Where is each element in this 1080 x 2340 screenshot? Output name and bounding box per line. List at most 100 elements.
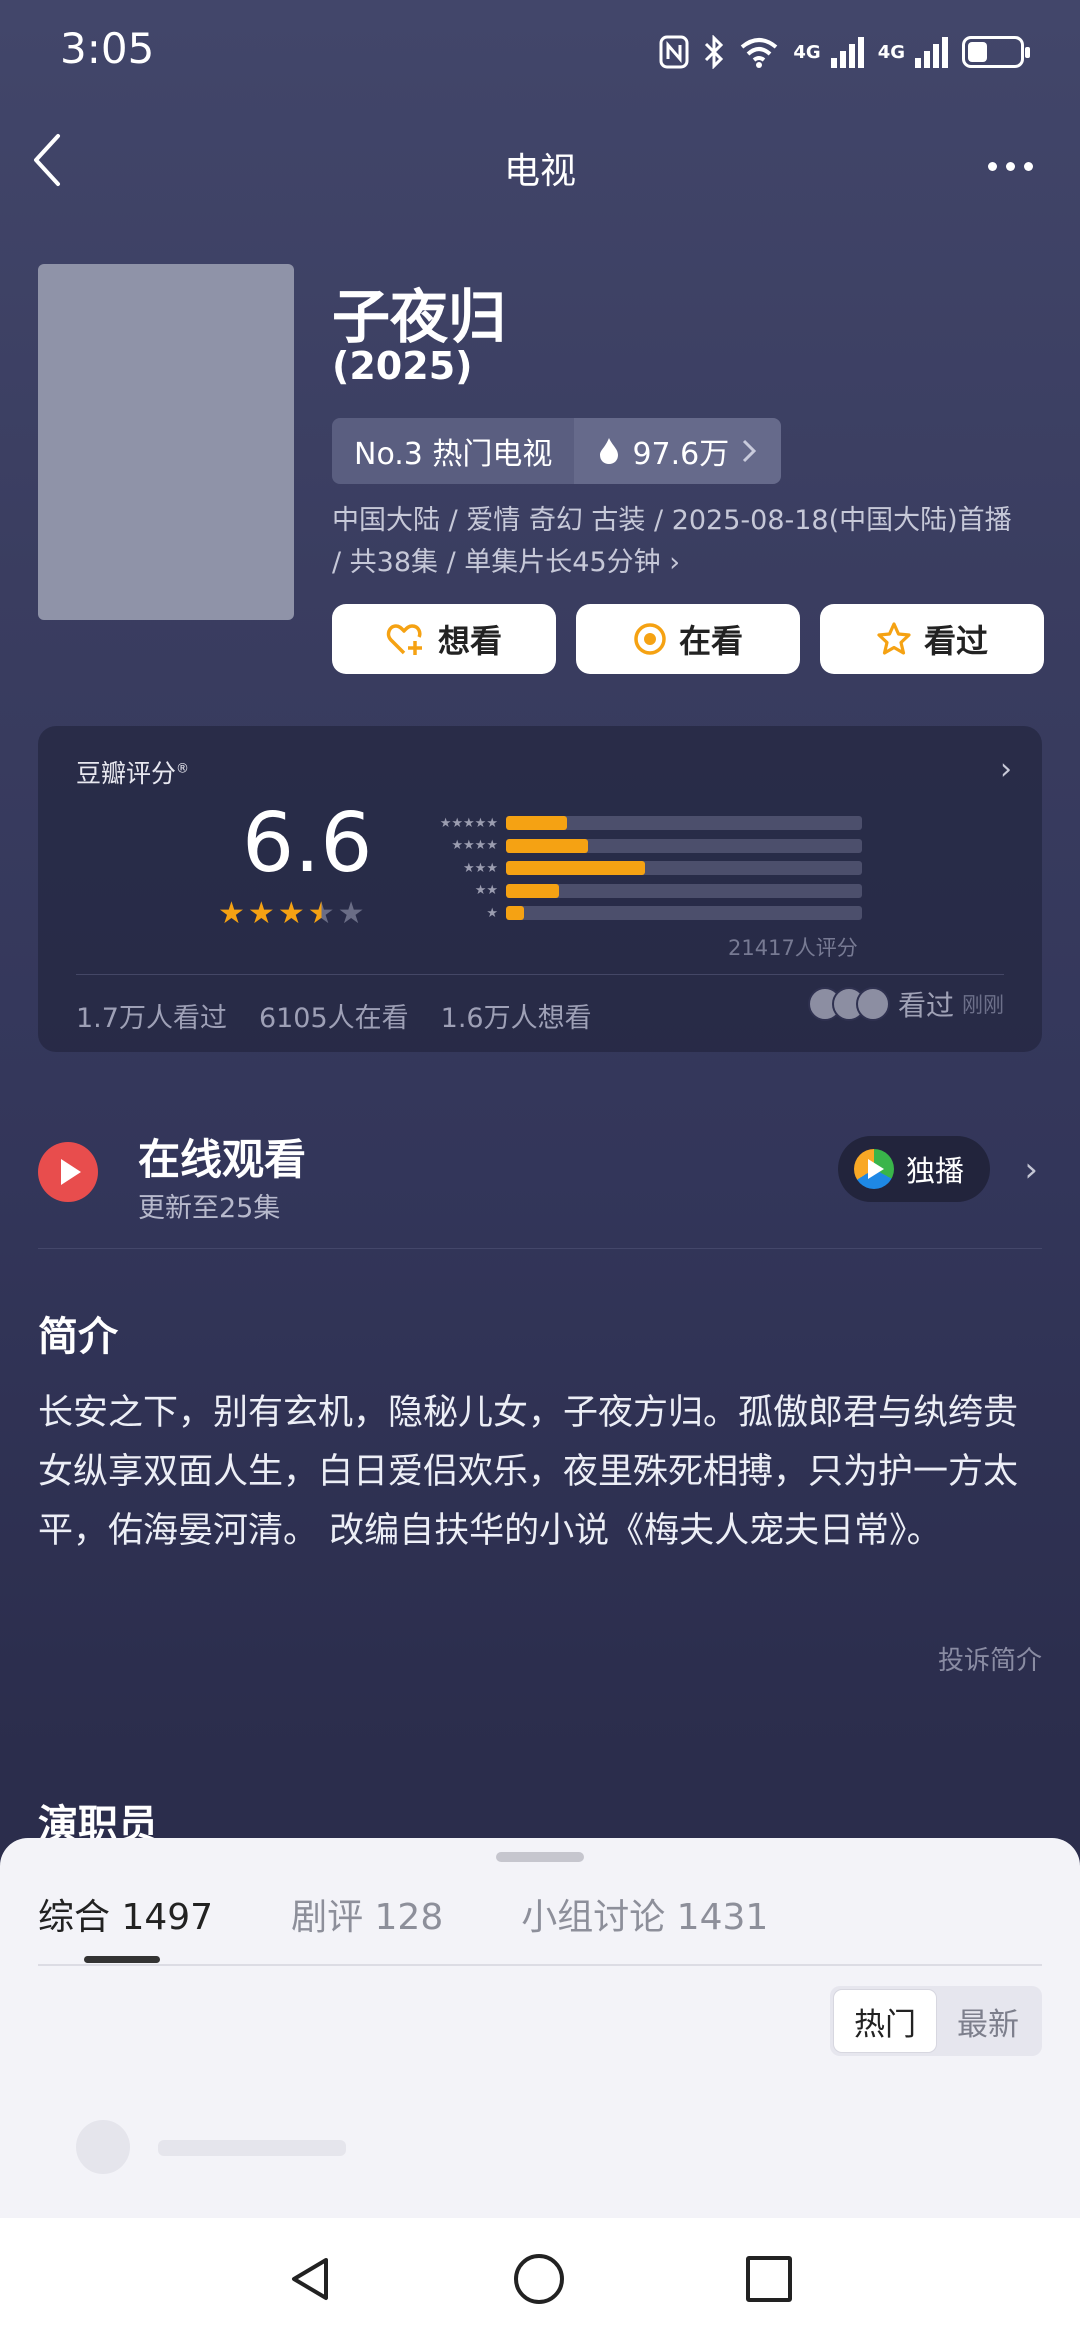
exclusive-label: 独播 bbox=[905, 1154, 964, 1188]
signal-icon bbox=[830, 36, 864, 68]
sort-toggle: 热门 最新 bbox=[830, 1986, 1042, 2056]
rating-bar-stars: ★★★★★ bbox=[439, 815, 498, 831]
rating-bar-track bbox=[506, 816, 862, 830]
rating-bar-track bbox=[506, 906, 862, 920]
nav-home-icon[interactable] bbox=[514, 2254, 564, 2304]
rating-bar-fill bbox=[506, 816, 567, 830]
star-icon: ★ bbox=[307, 896, 335, 931]
exclusive-badge[interactable]: 独播 bbox=[837, 1136, 990, 1202]
avatar bbox=[855, 987, 890, 1021]
page-title: 电视 bbox=[503, 151, 576, 192]
rating-distribution: ★★★★★ ★★★★ ★★★ ★★ ★ bbox=[398, 812, 862, 925]
want-to-watch-button[interactable]: 想看 bbox=[332, 604, 556, 674]
want-to-watch-label: 想看 bbox=[437, 622, 502, 660]
rating-score: 6.6 bbox=[242, 796, 373, 891]
synopsis-text: 长安之下，别有玄机，隐秘儿女，子夜方归。孤傲郎君与纨绔贵女纵享双面人生，白日爱侣… bbox=[38, 1393, 1019, 1551]
rating-bar-track bbox=[506, 838, 862, 853]
online-watch-row[interactable]: 在线观看 更新至25集 独播 › bbox=[38, 1120, 1042, 1224]
status-time: 3:05 bbox=[60, 24, 155, 73]
rating-bar-stars: ★ bbox=[486, 905, 498, 921]
chevron-right-icon bbox=[743, 439, 757, 463]
registered-mark: ® bbox=[176, 761, 190, 777]
rating-stars: ★ ★ ★ ★ ★ bbox=[218, 896, 365, 931]
nfc-icon bbox=[659, 35, 689, 69]
friends-seen-time: 刚刚 bbox=[962, 993, 1004, 1017]
battery-icon bbox=[962, 36, 1030, 68]
divider bbox=[76, 974, 1004, 975]
target-icon bbox=[634, 623, 666, 655]
rating-bar-row: ★★★★ bbox=[398, 835, 862, 857]
rating-bar-track bbox=[506, 861, 862, 875]
watching-count[interactable]: 6105人在看 bbox=[259, 996, 409, 1035]
rating-bar-stars: ★★★★ bbox=[451, 838, 498, 853]
reviews-tabs: 综合 1497 剧评 128 小组讨论 1431 bbox=[38, 1888, 768, 1940]
show-meta[interactable]: 中国大陆 / 爱情 奇幻 古装 / 2025-08-18(中国大陆)首播 / 共… bbox=[332, 500, 1022, 584]
rating-bar-fill bbox=[506, 883, 560, 898]
more-dot-icon bbox=[987, 161, 997, 171]
sheet-drag-handle[interactable] bbox=[496, 1852, 584, 1862]
more-dot-icon bbox=[1005, 161, 1015, 171]
status-icons: 4G 4G bbox=[659, 26, 1030, 78]
star-icon: ★ bbox=[337, 896, 365, 931]
star-icon: ★ bbox=[277, 896, 305, 931]
rating-label-text: 豆瓣评分 bbox=[76, 759, 177, 788]
poster-image[interactable] bbox=[38, 264, 294, 620]
signal-icon bbox=[915, 36, 948, 68]
watching-button[interactable]: 在看 bbox=[576, 604, 800, 674]
rating-bar-stars: ★★★ bbox=[463, 860, 498, 876]
watched-count[interactable]: 1.7万人看过 bbox=[76, 996, 227, 1035]
rating-bar-row: ★★★★★ bbox=[398, 812, 862, 834]
active-tab-indicator bbox=[84, 1956, 160, 1963]
online-watch-subtitle: 更新至25集 bbox=[138, 1193, 281, 1224]
action-buttons: 想看 在看 看过 bbox=[332, 604, 1044, 674]
divider bbox=[38, 1248, 1042, 1249]
status-bar: 3:05 4G 4G bbox=[0, 0, 1080, 100]
friends-seen[interactable]: 看过 刚刚 bbox=[807, 984, 1004, 1024]
tencent-video-icon bbox=[853, 1149, 894, 1189]
rating-bar-row: ★★ bbox=[398, 880, 862, 902]
rating-bar-fill bbox=[506, 861, 645, 875]
synopsis-title: 简介 bbox=[38, 1314, 118, 1360]
reviews-bottom-sheet: 综合 1497 剧评 128 小组讨论 1431 热门 最新 bbox=[0, 1838, 1080, 2218]
rating-bar-row: ★★★ bbox=[398, 857, 862, 879]
flame-icon bbox=[600, 438, 619, 464]
tab-reviews[interactable]: 剧评 128 bbox=[291, 1888, 443, 1940]
bluetooth-icon bbox=[705, 35, 724, 69]
divider bbox=[38, 1964, 1042, 1966]
heat-badge: 97.6万 bbox=[574, 418, 782, 484]
rating-card[interactable]: 豆瓣评分® › 6.6 ★ ★ ★ ★ ★ ★★★★★ ★★★★ ★★★ ★★ ★ 21417人… bbox=[38, 726, 1042, 1052]
online-watch-title: 在线观看 bbox=[138, 1135, 307, 1184]
rank-badge[interactable]: No.3 热门电视 97.6万 bbox=[332, 418, 782, 484]
network-type-label: 4G bbox=[877, 41, 905, 63]
network-type-label: 4G bbox=[793, 41, 821, 63]
show-year: (2025) bbox=[332, 344, 473, 388]
rating-bar-fill bbox=[506, 838, 588, 853]
show-title: 子夜归 bbox=[332, 283, 507, 351]
chevron-right-icon[interactable]: › bbox=[1000, 752, 1012, 787]
loading-avatar-placeholder bbox=[76, 2120, 130, 2174]
system-nav-bar bbox=[0, 2218, 1080, 2340]
avatar-group bbox=[807, 987, 890, 1021]
report-synopsis-link[interactable]: 投诉简介 bbox=[938, 1640, 1042, 1677]
rating-bar-track bbox=[506, 883, 862, 898]
chevron-right-icon: › bbox=[1024, 1150, 1038, 1190]
sort-hot-button[interactable]: 热门 bbox=[833, 1989, 937, 2053]
rating-bar-fill bbox=[506, 906, 524, 920]
more-dot-icon bbox=[1023, 161, 1033, 171]
star-icon: ★ bbox=[247, 896, 275, 931]
nav-back-icon[interactable] bbox=[286, 2254, 336, 2304]
watched-button[interactable]: 看过 bbox=[820, 604, 1044, 674]
rating-stats: 1.7万人看过 6105人在看 1.6万人想看 bbox=[76, 996, 592, 1035]
tab-overall[interactable]: 综合 1497 bbox=[38, 1888, 213, 1940]
heat-value: 97.6万 bbox=[632, 437, 730, 472]
loading-text-placeholder bbox=[158, 2140, 346, 2156]
rating-count: 21417人评分 bbox=[728, 936, 858, 960]
tab-group-discussion[interactable]: 小组讨论 1431 bbox=[521, 1888, 768, 1940]
want-count[interactable]: 1.6万人想看 bbox=[441, 996, 592, 1035]
nav-recents-icon[interactable] bbox=[746, 2256, 792, 2302]
wifi-icon bbox=[741, 38, 778, 68]
more-options-button[interactable] bbox=[980, 146, 1040, 186]
star-outline-icon bbox=[877, 622, 911, 655]
watched-label: 看过 bbox=[923, 622, 988, 660]
sort-latest-button[interactable]: 最新 bbox=[937, 1989, 1039, 2053]
